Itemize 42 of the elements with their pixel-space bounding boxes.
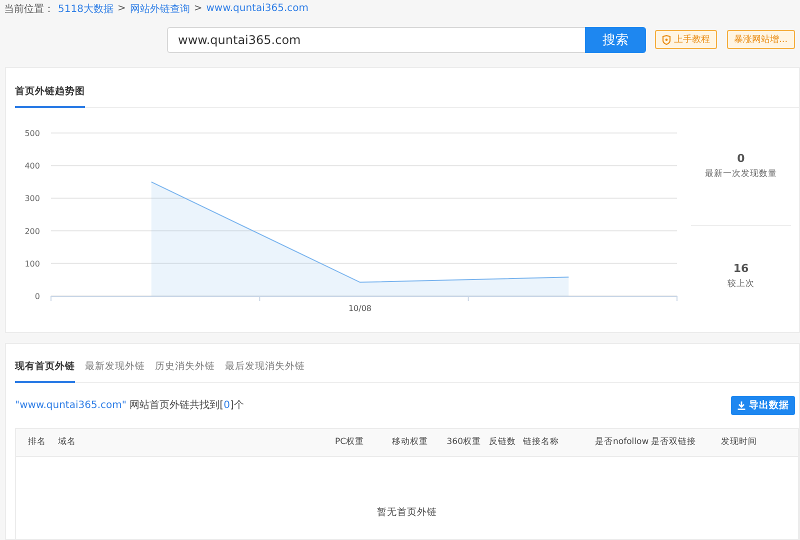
tutorial-button[interactable]: 上手教程 [655, 30, 717, 50]
column-header: PC权重 [334, 436, 365, 448]
column-header: 排名 [28, 436, 47, 448]
column-header: 反链数 [489, 436, 517, 448]
list-tab[interactable]: 历史消失外链 [155, 360, 215, 383]
list-tab[interactable]: 最新发现外链 [85, 360, 145, 383]
column-header: 链接名称 [523, 436, 560, 448]
stat-label: 最新一次发现数量 [705, 168, 777, 180]
chart-tab[interactable]: 首页外链趋势图 [15, 84, 85, 108]
search-field[interactable]: www.quntai365.com [167, 26, 585, 53]
axis-label: 400 [24, 161, 40, 170]
column-header: 360权重 [446, 436, 482, 448]
breadcrumb-label: 当前位置： [4, 2, 54, 16]
breadcrumb-link[interactable]: 网站外链查询 [130, 2, 190, 16]
promo-button[interactable]: 暴涨网站增... [727, 30, 795, 50]
list-tab[interactable]: 最后发现消失外链 [225, 360, 305, 383]
axis-label: 0 [34, 292, 40, 301]
column-header: 域名 [58, 436, 77, 448]
result-summary: "www.quntai365.com" 网站首页外链共找到[0]个 [15, 398, 244, 412]
axis-label: 200 [24, 226, 40, 236]
column-header: 发现时间 [721, 436, 758, 448]
column-header: 是否双链接 [651, 436, 697, 448]
breadcrumb-separator: > [194, 3, 202, 14]
breadcrumb-link[interactable]: 5118大数据 [58, 2, 114, 16]
list-tab[interactable]: 现有首页外链 [15, 360, 75, 383]
empty-message: 暂无首页外链 [377, 506, 437, 520]
shield-icon [662, 34, 671, 45]
axis-label: 300 [24, 194, 40, 203]
column-header: 移动权重 [391, 436, 429, 448]
download-icon [737, 400, 746, 410]
column-header: 是否nofollow [595, 436, 650, 448]
stat-value: 0 [737, 152, 745, 166]
export-button[interactable]: 导出数据 [731, 396, 795, 415]
breadcrumb-separator: > [117, 3, 126, 14]
breadcrumb-link[interactable]: www.quntai365.com [206, 3, 309, 14]
query-link[interactable]: "www.quntai365.com" [15, 400, 126, 412]
axis-label: 100 [24, 259, 40, 268]
search-button[interactable]: 搜索 [585, 26, 646, 53]
axis-label: 500 [24, 128, 40, 138]
stat-label: 较上次 [728, 278, 754, 290]
stat-value: 16 [733, 262, 749, 275]
axis-label: 10/08 [348, 304, 372, 313]
